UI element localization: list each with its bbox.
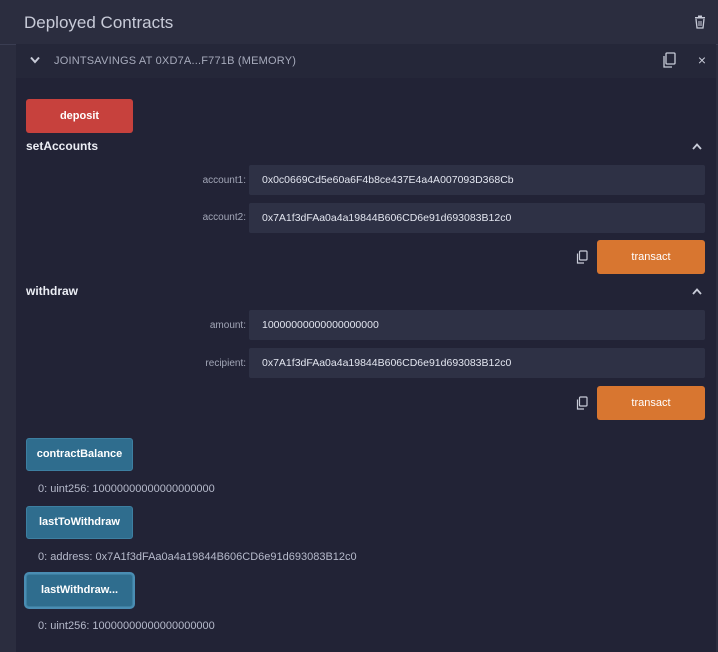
withdraw-transact-button[interactable]: transact xyxy=(597,386,705,420)
contract-title: JOINTSAVINGS AT 0XD7A...F771B (MEMORY) xyxy=(54,55,297,67)
contract-balance-button[interactable]: contractBalance xyxy=(26,438,133,471)
account1-input[interactable]: 0x0c0669Cd5e60a6F4b8ce437E4a4A007093D368… xyxy=(249,165,705,195)
recipient-label: recipient: xyxy=(205,358,246,369)
account1-label: account1: xyxy=(202,175,246,186)
account2-input[interactable]: 0x7A1f3dFAa0a4a19844B606CD6e91d693083B12… xyxy=(249,203,705,233)
contract-balance-result: 0: uint256: 10000000000000000000 xyxy=(38,483,215,495)
close-icon[interactable]: × xyxy=(698,53,706,67)
set-accounts-label: setAccounts xyxy=(26,139,99,153)
amount-label: amount: xyxy=(209,320,246,331)
account2-label: account2: xyxy=(202,212,246,223)
last-withdraw-amount-button[interactable]: lastWithdraw... xyxy=(26,574,133,607)
last-to-withdraw-result: 0: address: 0x7A1f3dFAa0a4a19844B606CD6e… xyxy=(38,551,357,563)
recipient-input[interactable]: 0x7A1f3dFAa0a4a19844B606CD6e91d693083B12… xyxy=(249,348,705,378)
amount-input[interactable]: 10000000000000000000 xyxy=(249,310,705,340)
chevron-up-icon[interactable] xyxy=(692,143,702,150)
copy-icon[interactable] xyxy=(662,52,676,68)
deployed-contracts-header: Deployed Contracts xyxy=(0,0,718,45)
copy-calldata-icon[interactable] xyxy=(576,396,588,410)
last-to-withdraw-button[interactable]: lastToWithdraw xyxy=(26,506,133,539)
contract-instance-bar[interactable]: JOINTSAVINGS AT 0XD7A...F771B (MEMORY) × xyxy=(16,44,716,78)
section-title: Deployed Contracts xyxy=(24,13,174,32)
trash-icon[interactable] xyxy=(694,15,706,29)
last-withdraw-amount-result: 0: uint256: 10000000000000000000 xyxy=(38,620,215,632)
deposit-button[interactable]: deposit xyxy=(26,99,133,133)
chevron-down-icon[interactable] xyxy=(30,56,40,64)
set-accounts-transact-button[interactable]: transact xyxy=(597,240,705,274)
withdraw-label: withdraw xyxy=(26,284,79,298)
chevron-up-icon[interactable] xyxy=(692,288,702,295)
copy-calldata-icon[interactable] xyxy=(576,250,588,264)
